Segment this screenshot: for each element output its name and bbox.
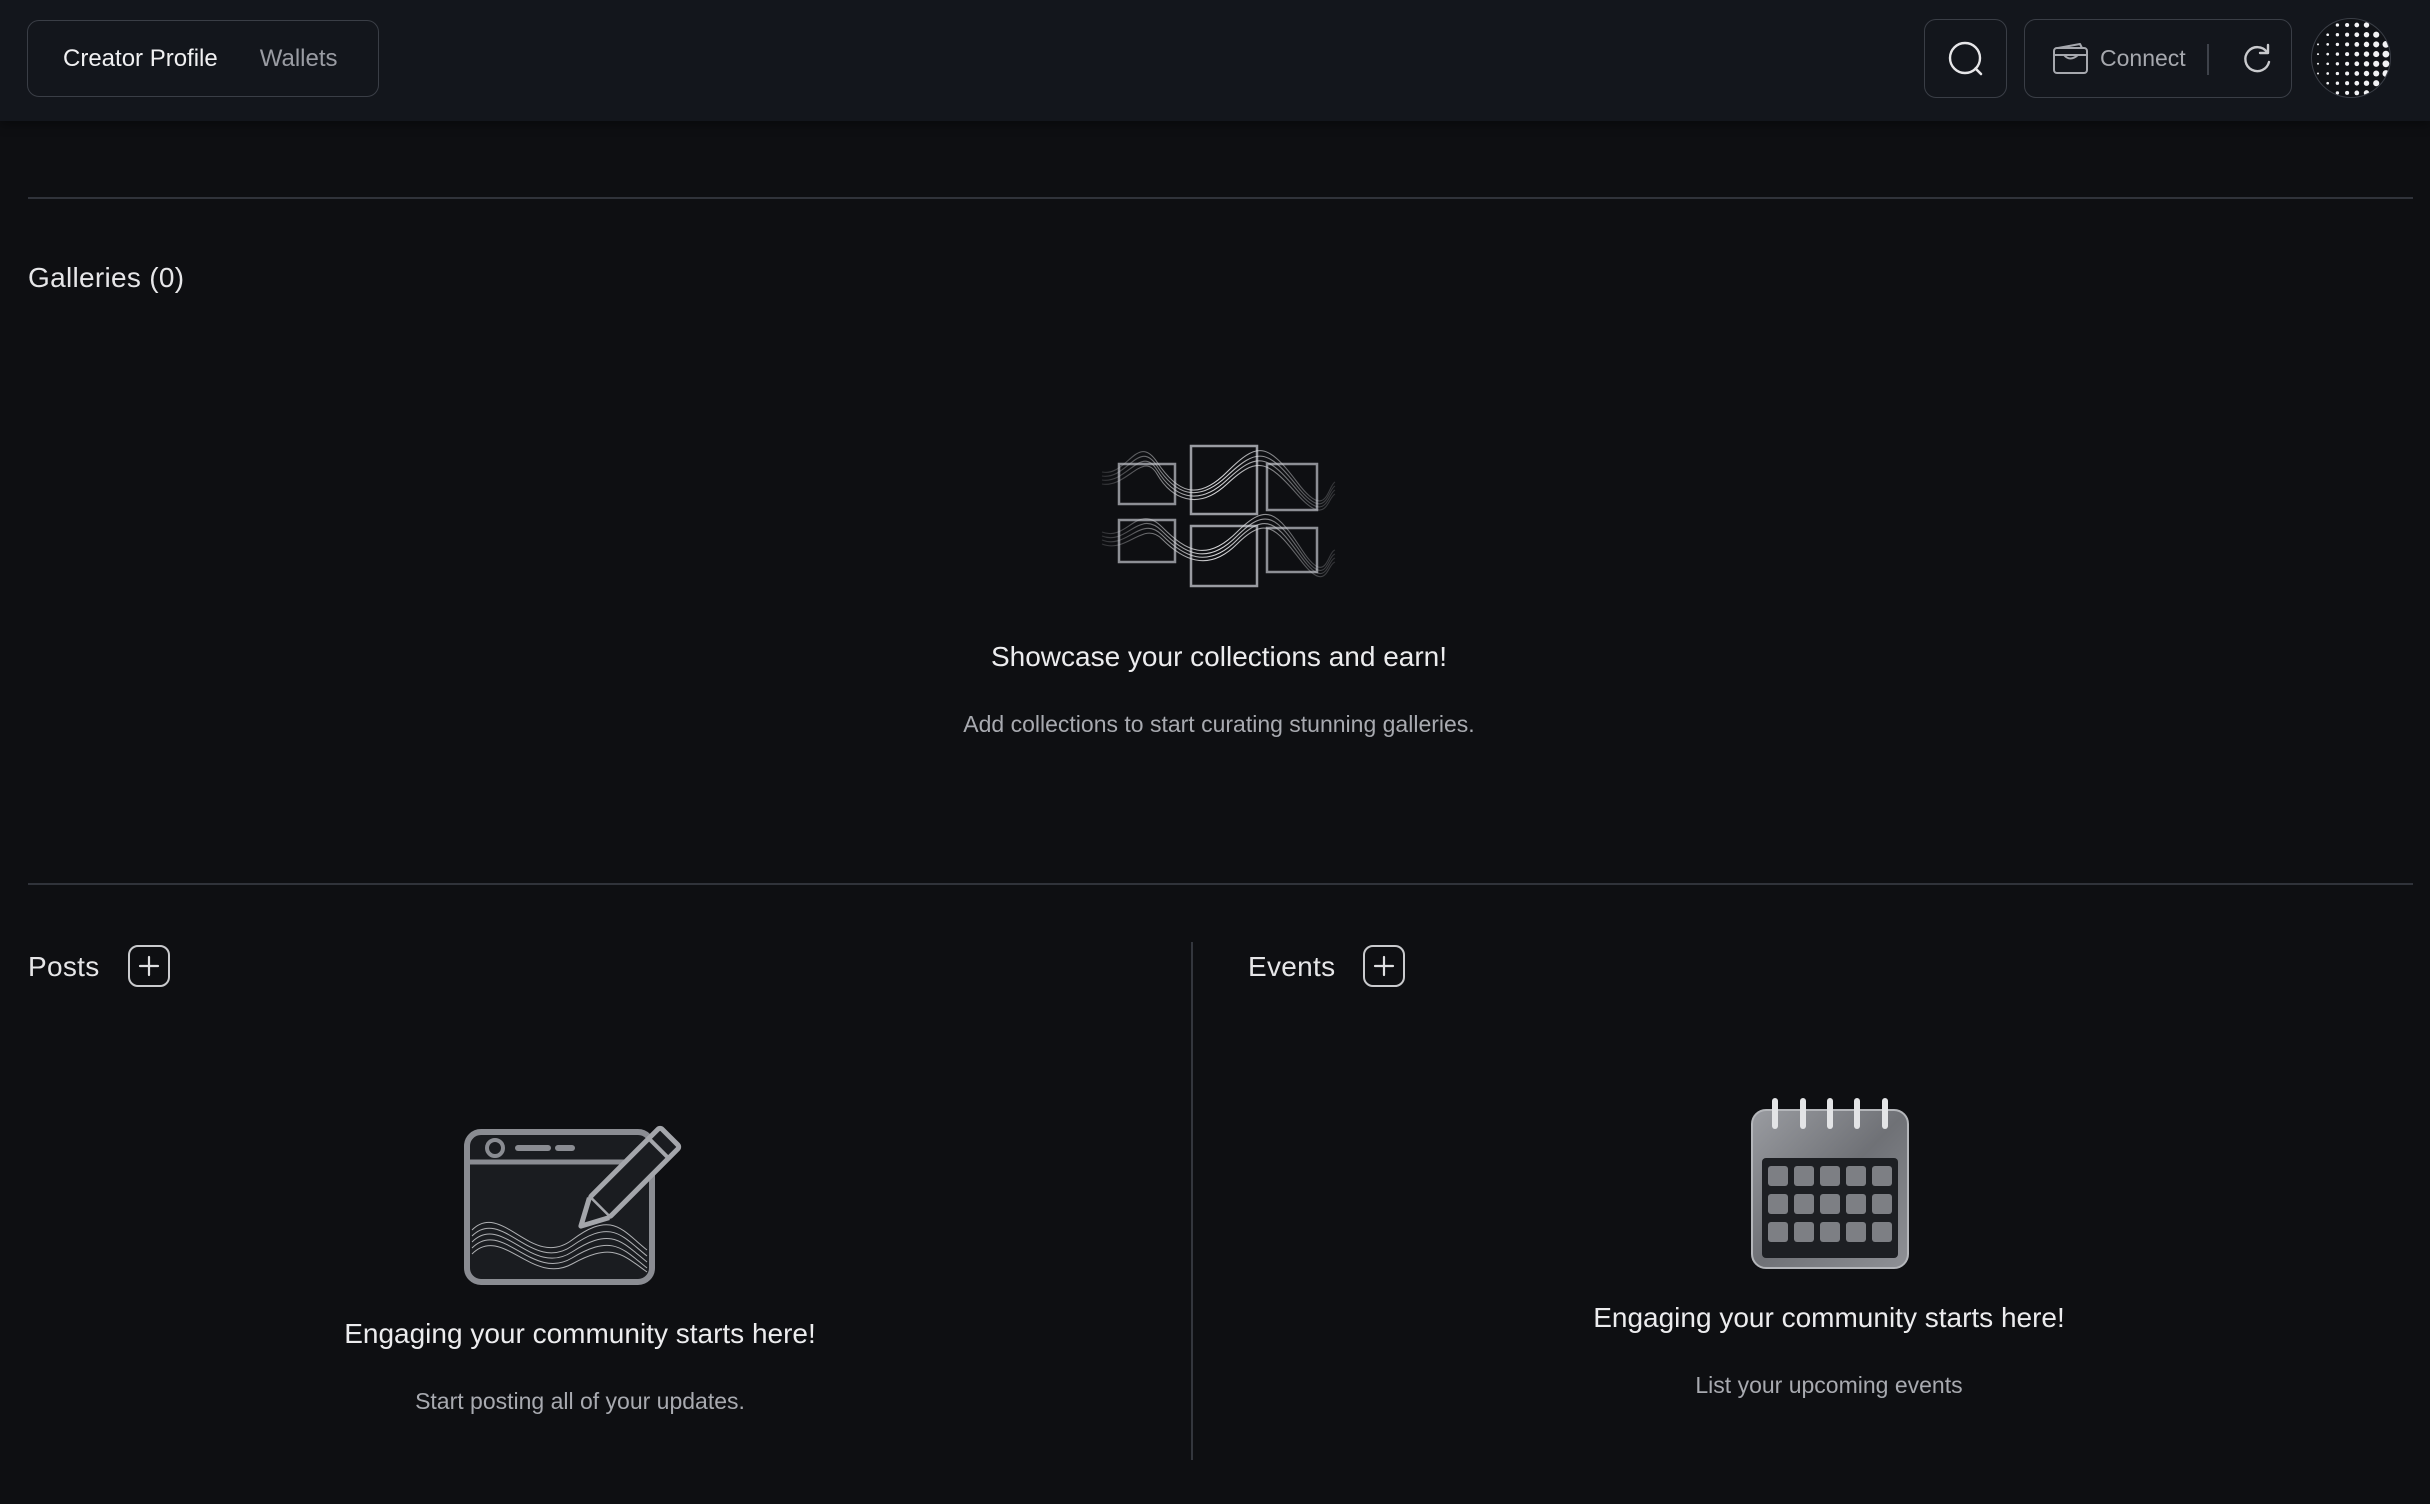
posts-illustration — [464, 1125, 682, 1285]
avatar[interactable] — [2311, 18, 2391, 98]
tab-creator-profile[interactable]: Creator Profile — [63, 45, 218, 73]
posts-title: Posts — [28, 951, 100, 982]
posts-empty-title: Engaging your community starts here! — [344, 1318, 816, 1349]
plus-icon — [138, 955, 160, 977]
connect-button[interactable]: Connect — [2025, 20, 2186, 97]
galleries-empty-subtitle: Add collections to start curating stunni… — [963, 711, 1475, 737]
tab-wallets[interactable]: Wallets — [260, 45, 338, 73]
profile-tabs: Creator Profile Wallets — [27, 20, 379, 97]
wallet-icon — [2053, 42, 2088, 74]
refresh-icon — [2244, 43, 2271, 72]
divider-top — [28, 197, 2413, 199]
column-divider — [1191, 942, 1193, 1460]
dotted-avatar-icon — [2317, 22, 2390, 96]
posts-empty-subtitle: Start posting all of your updates. — [415, 1388, 745, 1414]
events-empty-title: Engaging your community starts here! — [1593, 1302, 2065, 1333]
connect-group: Connect — [2024, 19, 2292, 98]
galleries-title: Galleries (0) — [28, 262, 185, 293]
divider-middle — [28, 883, 2413, 885]
refresh-button[interactable] — [2223, 20, 2291, 97]
galleries-empty-title: Showcase your collections and earn! — [990, 641, 1448, 672]
top-bar: Creator Profile Wallets Connect — [0, 0, 2430, 121]
calendar-illustration — [1751, 1098, 1909, 1269]
add-event-button[interactable] — [1363, 945, 1405, 987]
connect-label: Connect — [2100, 45, 2186, 71]
add-post-button[interactable] — [128, 945, 170, 987]
events-title: Events — [1248, 951, 1336, 982]
search-icon — [1948, 41, 1982, 75]
search-button[interactable] — [1924, 19, 2007, 98]
events-empty-subtitle: List your upcoming events — [1695, 1372, 1963, 1398]
plus-icon — [1373, 955, 1395, 977]
galleries-illustration — [1101, 444, 1336, 588]
connect-divider — [2207, 44, 2209, 75]
